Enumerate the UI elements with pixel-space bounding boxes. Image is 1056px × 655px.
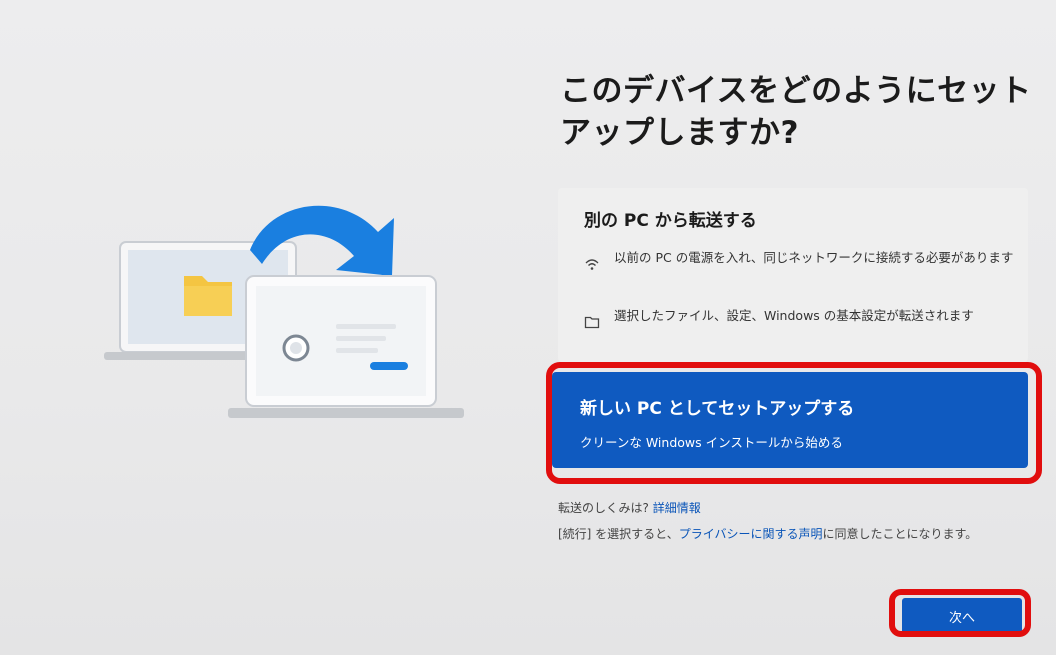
new-laptop-image [228,275,464,418]
page-title: このデバイスをどのようにセットアップしますか? [560,73,1032,151]
wifi-icon [584,256,600,272]
transfer-bullet-text: 選択したファイル、設定、Windows の基本設定が転送されます [614,308,974,323]
privacy-statement-link[interactable]: プライバシーに関する声明 [679,527,823,541]
transfer-bullet-text: 以前の PC の電源を入れ、同じネットワークに接続する必要があります [614,250,1014,265]
transfer-illustration [100,180,480,440]
how-it-works-line: 転送のしくみは? 詳細情報 [558,498,1038,518]
privacy-suffix-text: に同意したことになります。 [822,527,978,541]
privacy-prefix-text: [続行] を選択すると、 [558,527,679,541]
info-section: 転送のしくみは? 詳細情報 [続行] を選択すると、プライバシーに関する声明に同… [558,498,1038,544]
folder-outline-icon [584,314,600,330]
how-it-works-text: 転送のしくみは? [558,501,649,515]
transfer-bullet-files: 選択したファイル、設定、Windows の基本設定が転送されます [584,306,1014,346]
transfer-from-pc-option[interactable]: 別の PC から転送する 以前の PC の電源を入れ、同じネットワークに接続する… [558,188,1028,362]
new-pc-option-title: 新しい PC としてセットアップする [580,399,855,419]
transfer-option-title: 別の PC から転送する [584,211,757,231]
setup-as-new-pc-option[interactable]: 新しい PC としてセットアップする クリーンな Windows インストールか… [552,372,1028,468]
privacy-line: [続行] を選択すると、プライバシーに関する声明に同意したことになります。 [558,524,1038,544]
next-button[interactable]: 次へ [902,598,1022,634]
setup-screen: このデバイスをどのようにセットアップしますか? 別の PC から転送する 以前の… [0,0,1056,655]
learn-more-link[interactable]: 詳細情報 [653,501,701,515]
transfer-bullet-network: 以前の PC の電源を入れ、同じネットワークに接続する必要があります [584,248,1014,288]
new-pc-option-subtitle: クリーンな Windows インストールから始める [580,435,843,450]
